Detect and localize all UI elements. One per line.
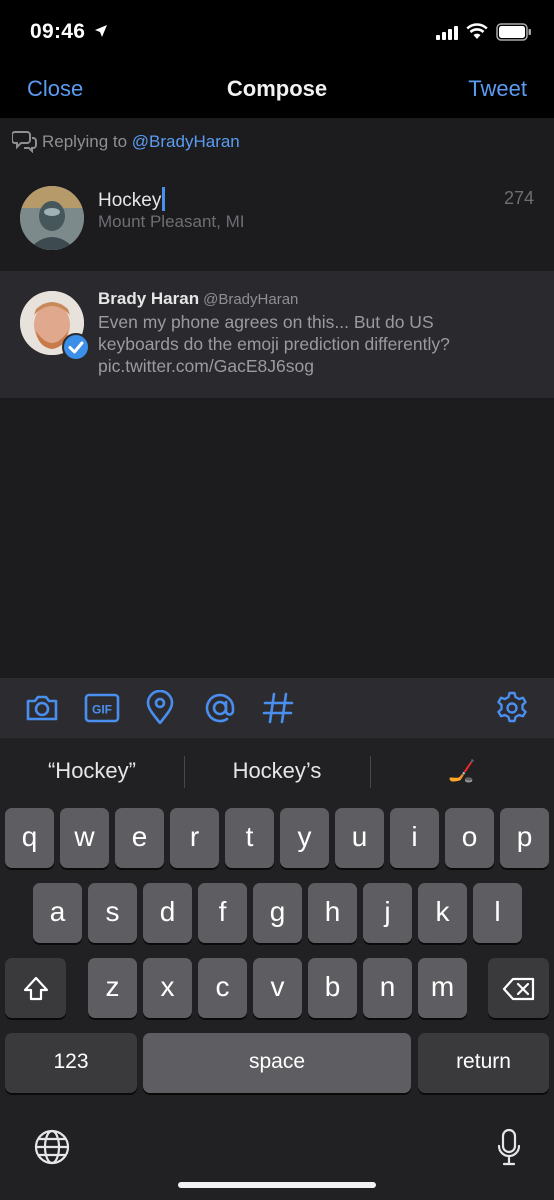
quoted-tweet-text: Even my phone agrees on this... But do U…: [98, 312, 450, 376]
suggestion-quoted[interactable]: “Hockey”: [0, 758, 184, 784]
numbers-key[interactable]: 123: [5, 1033, 137, 1093]
key-y[interactable]: y: [280, 808, 329, 868]
key-g[interactable]: g: [253, 883, 302, 943]
quoted-tweet[interactable]: Brady Haran @BradyHaran Even my phone agr…: [0, 271, 554, 398]
key-t[interactable]: t: [225, 808, 274, 868]
compose-area[interactable]: Hockey Mount Pleasant, MI 274: [0, 170, 554, 270]
tweet-button[interactable]: Tweet: [468, 76, 527, 102]
text-cursor: [162, 187, 166, 211]
key-v[interactable]: v: [253, 958, 302, 1018]
suggestion-possessive[interactable]: Hockey’s: [185, 758, 369, 784]
author-name: Brady Haran @BradyHaran: [98, 289, 298, 309]
key-u[interactable]: u: [335, 808, 384, 868]
gif-icon[interactable]: GIF: [84, 690, 120, 726]
location-pin-icon[interactable]: [142, 690, 178, 726]
delete-key[interactable]: [488, 958, 549, 1018]
key-h[interactable]: h: [308, 883, 357, 943]
replying-to-text: Replying to @BradyHaran: [42, 132, 240, 152]
mention-icon[interactable]: [202, 690, 238, 726]
key-l[interactable]: l: [473, 883, 522, 943]
author-handle: @BradyHaran: [203, 291, 299, 308]
tweet-text: Hockey: [98, 190, 162, 211]
verified-badge-icon: [62, 333, 90, 361]
key-i[interactable]: i: [390, 808, 439, 868]
key-d[interactable]: d: [143, 883, 192, 943]
replying-to-label: Replying to: [42, 132, 128, 151]
shift-key[interactable]: [5, 958, 66, 1018]
hashtag-icon[interactable]: [260, 690, 296, 726]
key-o[interactable]: o: [445, 808, 494, 868]
globe-icon[interactable]: [33, 1128, 71, 1166]
settings-icon[interactable]: [494, 690, 530, 726]
space-key[interactable]: space: [143, 1033, 411, 1093]
reply-handle-link[interactable]: @BradyHaran: [132, 132, 240, 151]
key-j[interactable]: j: [363, 883, 412, 943]
key-r[interactable]: r: [170, 808, 219, 868]
camera-icon[interactable]: [24, 690, 60, 726]
compose-toolbar: GIF: [0, 678, 554, 738]
key-f[interactable]: f: [198, 883, 247, 943]
key-b[interactable]: b: [308, 958, 357, 1018]
predictive-text-bar: “Hockey” Hockey’s 🏒: [0, 738, 554, 806]
key-a[interactable]: a: [33, 883, 82, 943]
key-s[interactable]: s: [88, 883, 137, 943]
status-bar: 09:46: [0, 0, 554, 64]
gif-label: GIF: [92, 703, 112, 717]
key-p[interactable]: p: [500, 808, 549, 868]
shift-icon: [23, 976, 48, 1000]
backspace-icon: [502, 977, 534, 1000]
character-count: 274: [503, 188, 534, 208]
key-k[interactable]: k: [418, 883, 467, 943]
key-n[interactable]: n: [363, 958, 412, 1018]
key-q[interactable]: q: [5, 808, 54, 868]
home-indicator[interactable]: [178, 1182, 376, 1188]
key-c[interactable]: c: [198, 958, 247, 1018]
author-display-name: Brady Haran: [98, 289, 200, 308]
key-z[interactable]: z: [88, 958, 137, 1018]
tweet-text-field[interactable]: Hockey: [98, 187, 166, 212]
wifi-icon: [466, 23, 488, 39]
user-avatar-image: [20, 186, 84, 250]
battery-icon: [496, 23, 531, 41]
key-w[interactable]: w: [60, 808, 109, 868]
suggestion-emoji[interactable]: 🏒: [370, 758, 554, 784]
keyboard: “Hockey” Hockey’s 🏒 q w e r t y u i o p …: [0, 738, 554, 1200]
location-arrow-icon: [95, 25, 107, 37]
user-avatar: [20, 186, 84, 250]
key-x[interactable]: x: [143, 958, 192, 1018]
return-key[interactable]: return: [418, 1033, 549, 1093]
cellular-signal-icon: [436, 26, 458, 40]
compose-navbar: Close Compose Tweet: [0, 64, 554, 118]
compose-empty-space[interactable]: [0, 398, 554, 678]
status-time: 09:46: [30, 20, 86, 43]
key-m[interactable]: m: [418, 958, 467, 1018]
location-label[interactable]: Mount Pleasant, MI: [98, 212, 244, 232]
microphone-icon[interactable]: [496, 1128, 522, 1168]
conversation-icon: [12, 131, 37, 153]
key-e[interactable]: e: [115, 808, 164, 868]
replying-to-bar: Replying to @BradyHaran: [0, 118, 554, 170]
